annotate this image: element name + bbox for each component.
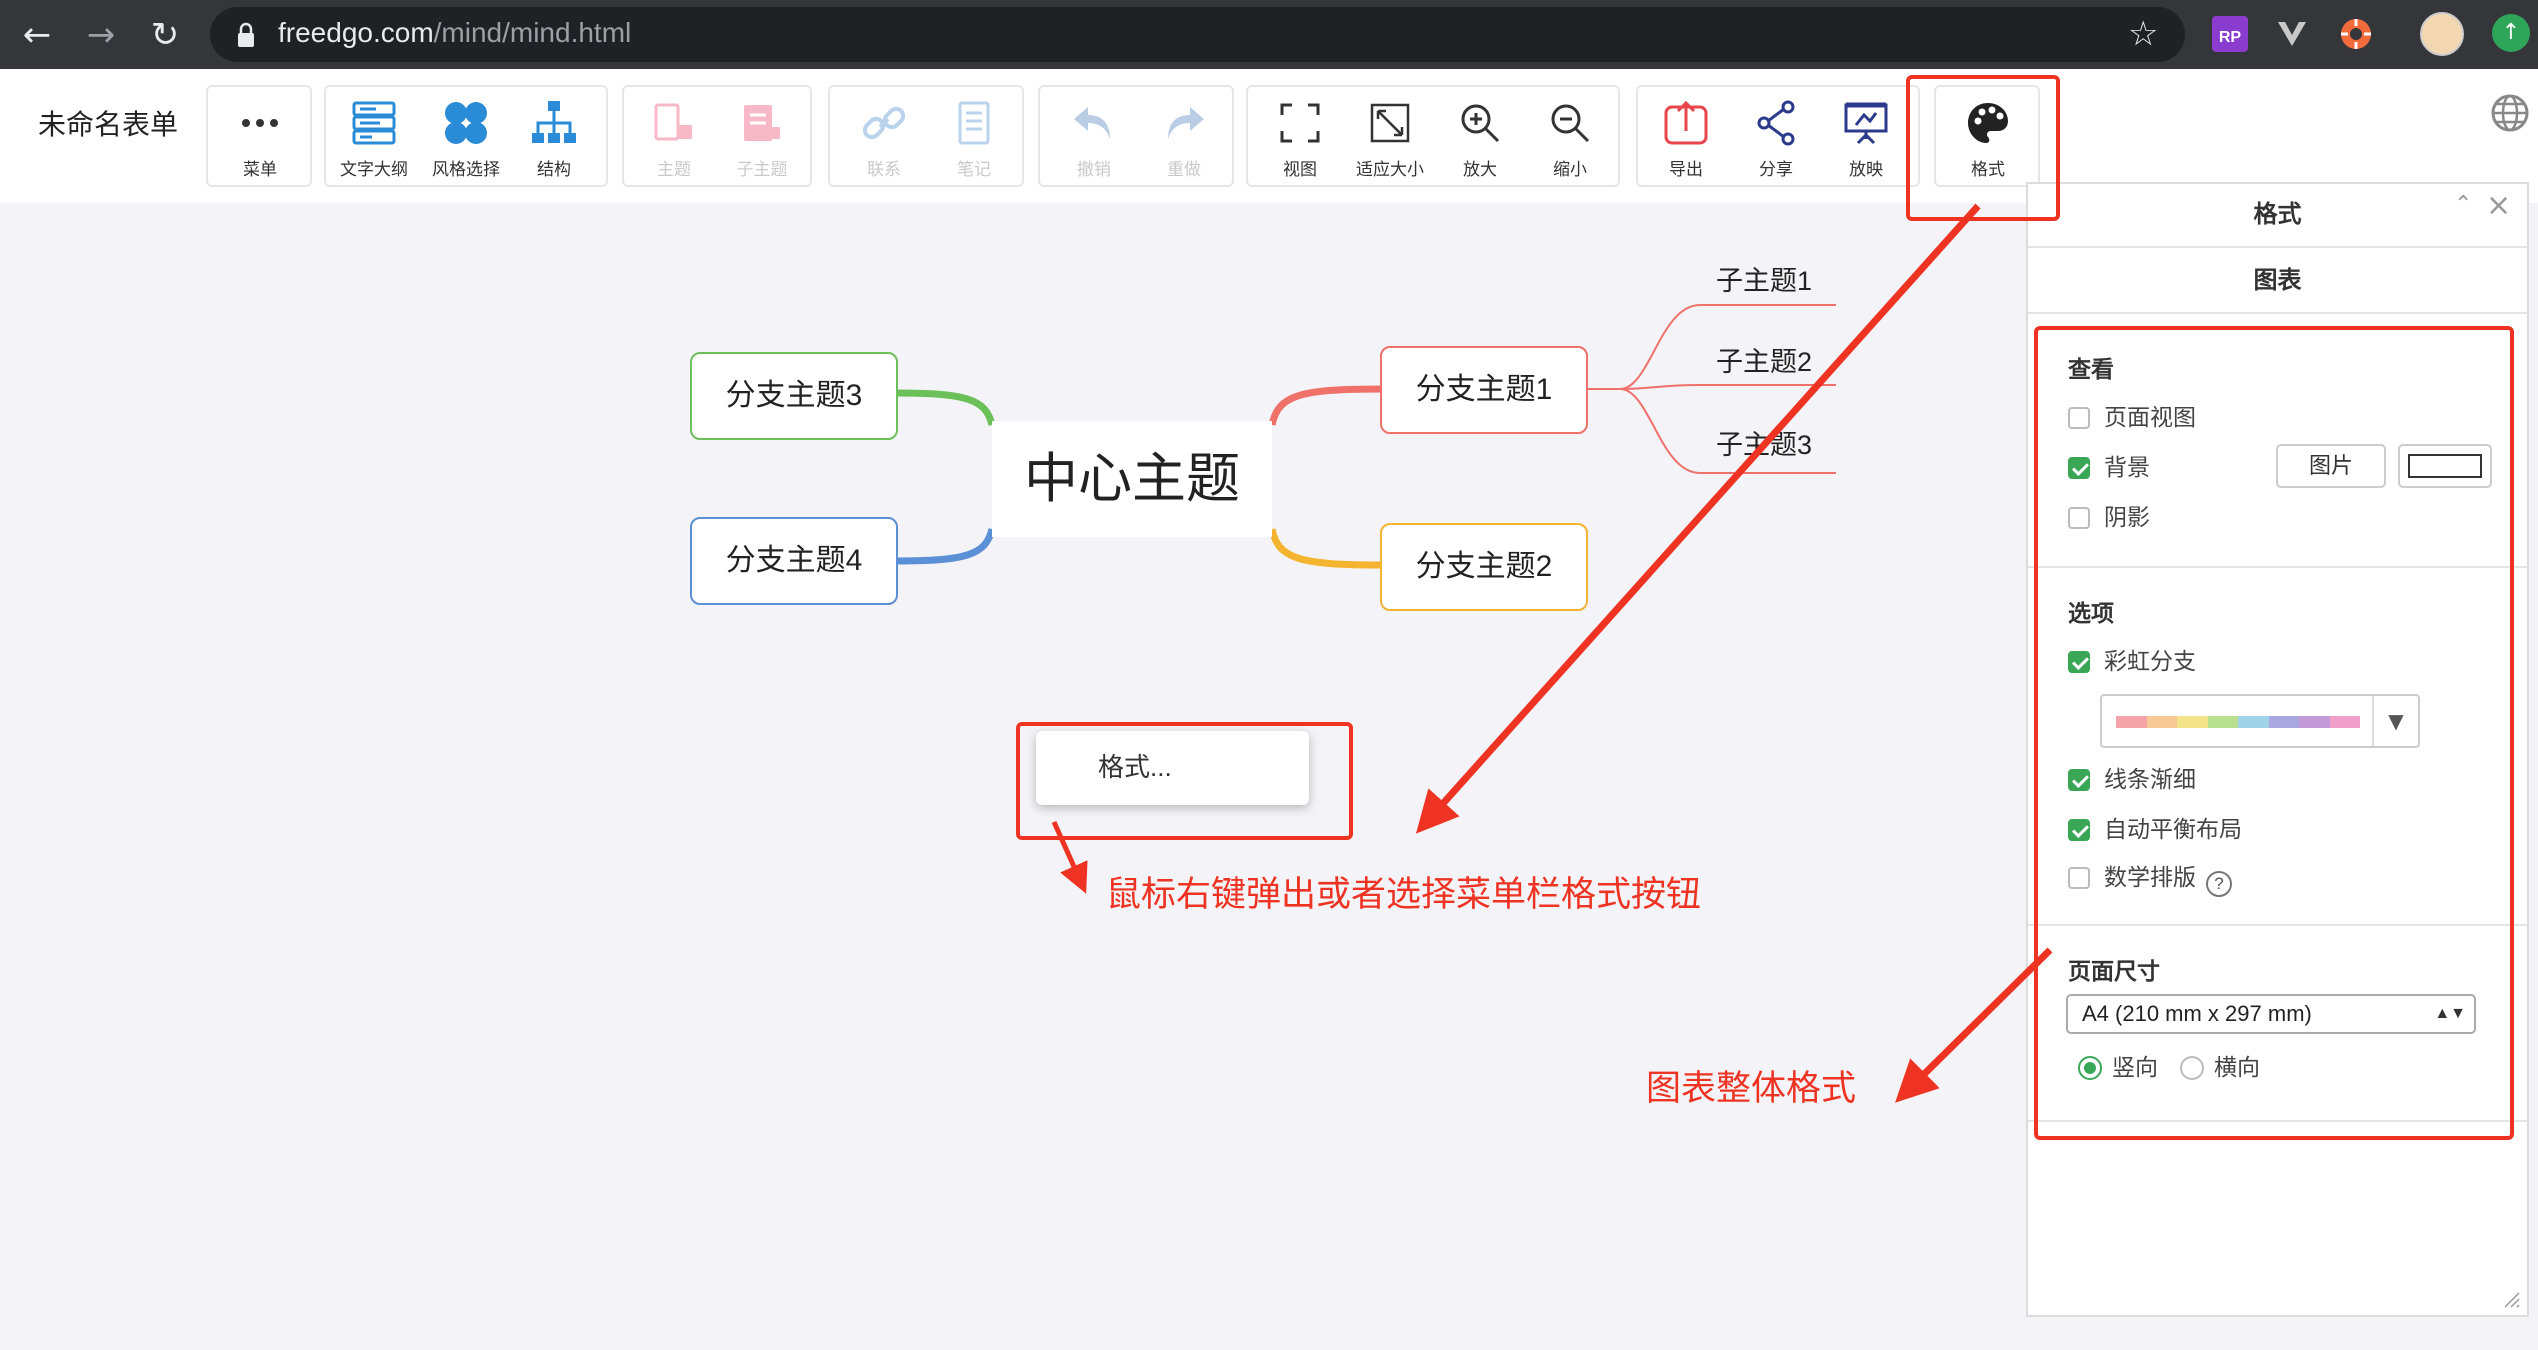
undo-icon [1074, 107, 1110, 139]
browser-chrome: ← → ↻ freedgo.com/mind/mind.html ☆ RP ↑ [0, 0, 2538, 69]
structure-button[interactable]: 结构 [510, 87, 598, 187]
bookmark-star-icon[interactable]: ☆ [2128, 12, 2158, 56]
toolbar-group-layout: 文字大纲 风格选择 结构 [324, 85, 608, 187]
zoom-in-icon [1461, 104, 1500, 143]
undo-button[interactable]: 撤销 [1050, 87, 1138, 187]
redo-icon [1168, 107, 1204, 139]
toolbar-group-view: 视图 适应大小 放大 缩小 [1246, 85, 1620, 187]
annotation-chart-format-text: 图表整体格式 [1646, 1069, 1857, 1108]
back-icon[interactable]: ← [12, 10, 62, 60]
subtopic-node-1[interactable]: 子主题1 [1716, 259, 1812, 298]
notebook-icon [958, 101, 990, 145]
connector-branch1 [1268, 385, 1383, 426]
style-select-button[interactable]: 风格选择 [422, 87, 510, 187]
topic-button[interactable]: 主题 [630, 87, 718, 187]
toolbar-group-menu: 菜单 [206, 85, 312, 187]
svg-text:RP: RP [2219, 29, 2242, 46]
presentation-icon [1844, 102, 1888, 145]
outline-icon [352, 101, 396, 145]
export-icon [1664, 100, 1708, 145]
close-icon[interactable]: × [2486, 188, 2511, 223]
subtopic-node-3[interactable]: 子主题3 [1716, 423, 1812, 462]
toolbar-group-relation: 联系 笔记 [828, 85, 1024, 187]
fit-size-button[interactable]: 适应大小 [1346, 87, 1434, 187]
branch-topic-node-1[interactable]: 分支主题1 [1380, 346, 1588, 434]
language-globe-icon[interactable] [2490, 93, 2530, 133]
link-icon [862, 106, 906, 140]
toolbar-group-output: 导出 分享 放映 [1636, 85, 1920, 187]
branch-topic-node-3[interactable]: 分支主题3 [690, 352, 898, 440]
url-text[interactable]: freedgo.com/mind/mind.html [278, 13, 631, 53]
redo-button[interactable]: 重做 [1140, 87, 1228, 187]
connector-branch2 [1268, 528, 1383, 569]
fullscreen-icon [1280, 103, 1320, 143]
reload-icon[interactable]: ↻ [140, 10, 190, 60]
structure-tree-icon [532, 101, 576, 143]
tab-chart[interactable]: 图表 [2028, 246, 2527, 314]
fit-size-icon [1370, 103, 1410, 143]
topic-icon [654, 103, 692, 141]
extension-v-icon[interactable] [2272, 14, 2312, 54]
extension-rp-icon[interactable]: RP [2210, 14, 2250, 54]
zoom-out-button[interactable]: 缩小 [1526, 87, 1614, 187]
outline-button[interactable]: 文字大纲 [330, 87, 418, 187]
subtopic-icon [744, 105, 780, 141]
zoom-in-button[interactable]: 放大 [1436, 87, 1524, 187]
panel-title: 格式 [2253, 201, 2302, 228]
center-topic-node[interactable]: 中心主题 [992, 421, 1272, 537]
profile-avatar[interactable] [2420, 12, 2464, 56]
collapse-icon[interactable]: ⌃ [2454, 192, 2472, 217]
branch-topic-node-4[interactable]: 分支主题4 [690, 517, 898, 605]
more-dots-icon [242, 119, 278, 127]
lock-icon [238, 22, 254, 47]
annotation-box-context-menu [1016, 722, 1353, 840]
mindmap-canvas[interactable]: 中心主题 分支主题1 分支主题2 分支主题3 分支主题4 子主题1 子主题2 子… [0, 203, 2020, 1350]
toolbar-group-history: 撤销 重做 [1038, 85, 1234, 187]
export-button[interactable]: 导出 [1642, 87, 1730, 187]
extension-lifebuoy-icon[interactable] [2336, 14, 2376, 54]
branch-topic-node-2[interactable]: 分支主题2 [1380, 523, 1588, 611]
resize-grip-icon[interactable] [2501, 1289, 2521, 1309]
toolbar-group-topic: 主题 子主题 [622, 85, 812, 187]
subtopic-node-2[interactable]: 子主题2 [1716, 340, 1812, 379]
connector-branch3 [895, 389, 996, 426]
note-button[interactable]: 笔记 [930, 87, 1018, 187]
forward-icon[interactable]: → [76, 10, 126, 60]
menu-button[interactable]: 菜单 [216, 87, 304, 187]
annotation-box-panel-options [2034, 326, 2514, 1140]
present-button[interactable]: 放映 [1822, 87, 1910, 187]
style-palette-icon [445, 102, 487, 144]
connector-branch4 [895, 528, 996, 565]
subtopic-button[interactable]: 子主题 [718, 87, 806, 187]
view-button[interactable]: 视图 [1256, 87, 1344, 187]
annotation-right-click-text: 鼠标右键弹出或者选择菜单栏格式按钮 [1106, 875, 1702, 914]
share-button[interactable]: 分享 [1732, 87, 1820, 187]
zoom-out-icon [1551, 104, 1590, 143]
relation-button[interactable]: 联系 [840, 87, 928, 187]
annotation-box-format-button [1906, 75, 2060, 221]
share-icon [1757, 100, 1795, 146]
document-title[interactable]: 未命名表单 [38, 105, 178, 145]
update-icon[interactable]: ↑ [2492, 14, 2530, 52]
